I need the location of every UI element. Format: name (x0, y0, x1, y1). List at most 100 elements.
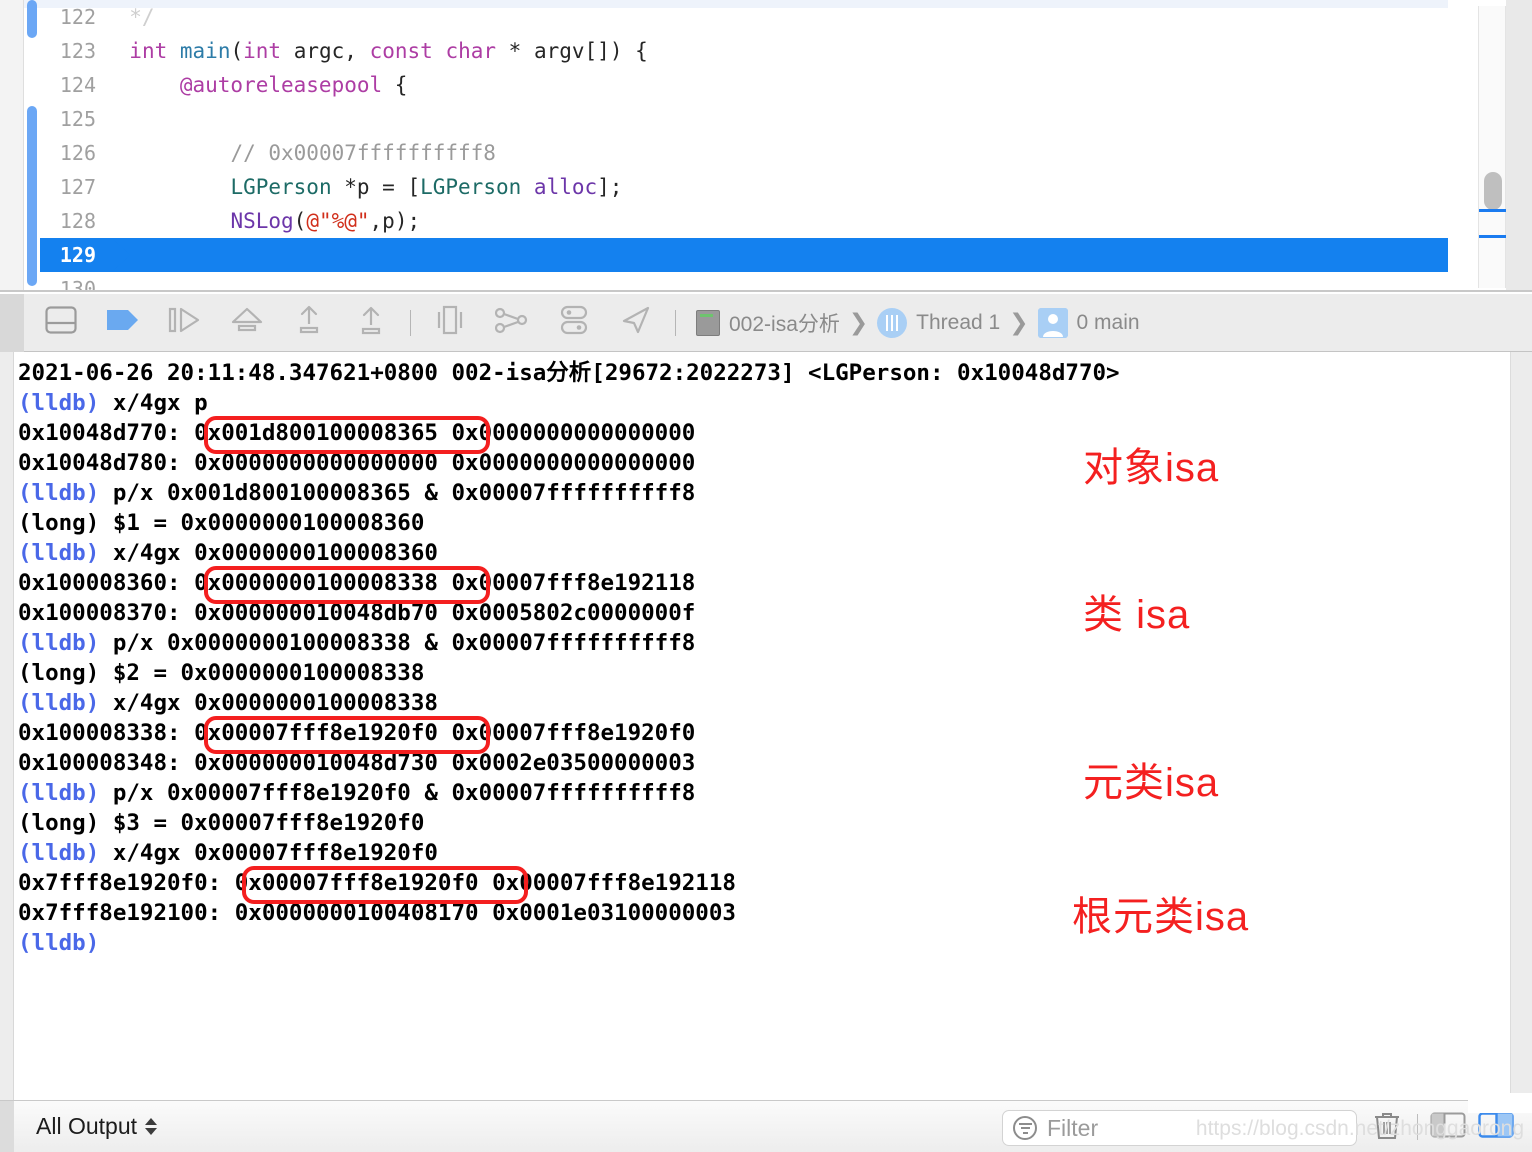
code-line[interactable]: 128 NSLog(@"%@",p); (40, 204, 1448, 238)
location-icon (620, 305, 652, 340)
code-line[interactable]: 124 @autoreleasepool { (40, 68, 1448, 102)
split-left-icon (1430, 1111, 1466, 1144)
step-over-icon (168, 306, 202, 339)
console-output[interactable]: 2021-06-26 20:11:48.347621+0800 002-isa分… (18, 358, 1522, 958)
thread-icon (877, 307, 908, 338)
breadcrumb-thread[interactable]: Thread 1 (871, 307, 1006, 338)
line-number: 124 (59, 73, 96, 97)
console-line: 2021-06-26 20:11:48.347621+0800 002-isa分… (18, 360, 1120, 386)
stack-frame-icon (1037, 307, 1068, 338)
code-line-current[interactable]: 129 (40, 238, 1448, 272)
continue-icon (106, 307, 140, 338)
code-line[interactable]: 127 LGPerson *p = [LGPerson alloc]; (40, 170, 1448, 204)
line-number: 125 (59, 107, 96, 131)
console-line: 0x10048d780: 0x0000000000000000 0x000000… (18, 450, 696, 476)
code-text: NSLog(@"%@",p); (230, 209, 421, 233)
bottom-bar-left-strip (0, 1101, 14, 1152)
line-number: 126 (59, 141, 96, 165)
code-line[interactable]: 123 int main(int argc, const char * argv… (40, 34, 1448, 68)
code-line[interactable]: 122 */ (40, 0, 1448, 34)
code-line[interactable]: 126 // 0x00007ffffffffff8 (40, 136, 1448, 170)
breadcrumb-frame-label: 0 main (1076, 310, 1140, 334)
editor-scrollbar[interactable] (1478, 6, 1507, 288)
environment-overrides-button[interactable] (543, 300, 605, 346)
step-over-button[interactable] (154, 300, 216, 346)
scrollbar-marker-2 (1479, 235, 1507, 238)
editor-gutter-strip (0, 0, 24, 292)
hide-debug-area-button[interactable] (30, 300, 92, 346)
console-line: (long) $3 = 0x00007fff8e1920f0 (18, 810, 425, 836)
filter-input[interactable]: Filter (1002, 1110, 1357, 1146)
console-line: (lldb) x/4gx 0x0000000100008360 (18, 540, 438, 566)
chevron-right-icon-1: ❯ (848, 309, 869, 335)
bottom-bar-buttons (1363, 1107, 1520, 1147)
toggle-console-view-button[interactable] (1472, 1107, 1520, 1147)
step-out-icon (294, 304, 324, 341)
step-into-button[interactable] (216, 300, 278, 346)
step-into-icon (230, 305, 264, 340)
source-code-editor[interactable]: 122 */123 int main(int argc, const char … (0, 0, 1532, 292)
console-line: (lldb) x/4gx 0x0000000100008338 (18, 690, 438, 716)
console-line: 0x100008338: 0x00007fff8e1920f0 0x00007f… (18, 720, 696, 746)
console-line: 0x7fff8e192100: 0x0000000100408170 0x000… (18, 900, 736, 926)
code-lines-container[interactable]: 122 */123 int main(int argc, const char … (40, 0, 1448, 292)
step-up-icon (356, 304, 386, 341)
console-line: 0x100008360: 0x0000000100008338 0x00007f… (18, 570, 696, 596)
console-right-strip (1510, 352, 1532, 1100)
split-right-icon (1478, 1111, 1514, 1144)
step-up-button[interactable] (340, 300, 402, 346)
continue-program-button[interactable] (92, 300, 154, 346)
bottom-right-corner-fill (1468, 1093, 1532, 1113)
scrollbar-marker-1 (1479, 209, 1507, 212)
change-bar-upper (27, 0, 37, 38)
debug-memory-graph-button[interactable] (481, 300, 543, 346)
scrollbar-thumb[interactable] (1484, 172, 1502, 210)
step-out-button[interactable] (278, 300, 340, 346)
code-text: int main(int argc, const char * argv[]) … (129, 39, 648, 63)
simulate-location-button[interactable] (605, 300, 667, 346)
console-line: (long) $2 = 0x0000000100008338 (18, 660, 425, 686)
editor-right-padding (1506, 0, 1532, 292)
breadcrumb-project[interactable]: 002-isa分析 (690, 308, 846, 338)
console-line: (lldb) p/x 0x00007fff8e1920f0 & 0x00007f… (18, 780, 696, 806)
console-line: 0x7fff8e1920f0: 0x00007fff8e1920f0 0x000… (18, 870, 736, 896)
console-line: 0x100008348: 0x000000010048d730 0x0002e0… (18, 750, 696, 776)
bottom-bar-divider (1417, 1114, 1418, 1140)
filter-icon (1013, 1116, 1037, 1140)
output-scope-selector[interactable]: All Output (36, 1113, 157, 1140)
console-line: 0x100008370: 0x000000010048db70 0x000580… (18, 600, 696, 626)
annotation-object-isa: 对象isa (1083, 446, 1220, 490)
chevron-updown-icon (145, 1118, 157, 1135)
console-line: (lldb) x/4gx 0x00007fff8e1920f0 (18, 840, 438, 866)
console-line: (lldb) p/x 0x0000000100008338 & 0x00007f… (18, 630, 696, 656)
annotation-root-metaclass-isa: 根元类isa (1072, 895, 1250, 939)
console-line: (lldb) (18, 930, 113, 956)
toggle-variables-view-button[interactable] (1424, 1107, 1472, 1147)
debug-toolbar-buttons (30, 300, 684, 346)
console-line: (lldb) p/x 0x001d800100008365 & 0x00007f… (18, 480, 696, 506)
code-line[interactable]: 125 (40, 102, 1448, 136)
line-number: 130 (59, 277, 96, 292)
debug-console[interactable]: 2021-06-26 20:11:48.347621+0800 002-isa分… (0, 352, 1532, 1100)
breadcrumb: 002-isa分析 ❯ Thread 1 ❯ 0 main (690, 307, 1146, 338)
clear-console-button[interactable] (1363, 1107, 1411, 1147)
annotation-metaclass-isa: 元类isa (1083, 761, 1220, 805)
line-number: 122 (59, 5, 96, 29)
memory-graph-icon (494, 305, 529, 340)
editor-bottom-divider (0, 290, 1532, 292)
panel-toggle-icon (45, 305, 77, 340)
console-line: (long) $1 = 0x0000000100008360 (18, 510, 425, 536)
debug-view-hierarchy-button[interactable] (419, 300, 481, 346)
project-icon (696, 309, 720, 336)
line-number: 123 (59, 39, 96, 63)
annotation-class-isa: 类 isa (1083, 593, 1191, 637)
line-number: 128 (59, 209, 96, 233)
console-line: (lldb) x/4gx p (18, 390, 208, 416)
code-line[interactable]: 130 (40, 272, 1448, 292)
code-text: @autoreleasepool { (179, 73, 408, 97)
console-bottom-bar: All Output Filter https://blog.csdn.net/… (0, 1093, 1532, 1152)
output-scope-label: All Output (36, 1113, 137, 1139)
breadcrumb-frame[interactable]: 0 main (1032, 307, 1146, 338)
code-text: LGPerson *p = [LGPerson alloc]; (230, 175, 623, 199)
code-text: */ (104, 5, 155, 29)
